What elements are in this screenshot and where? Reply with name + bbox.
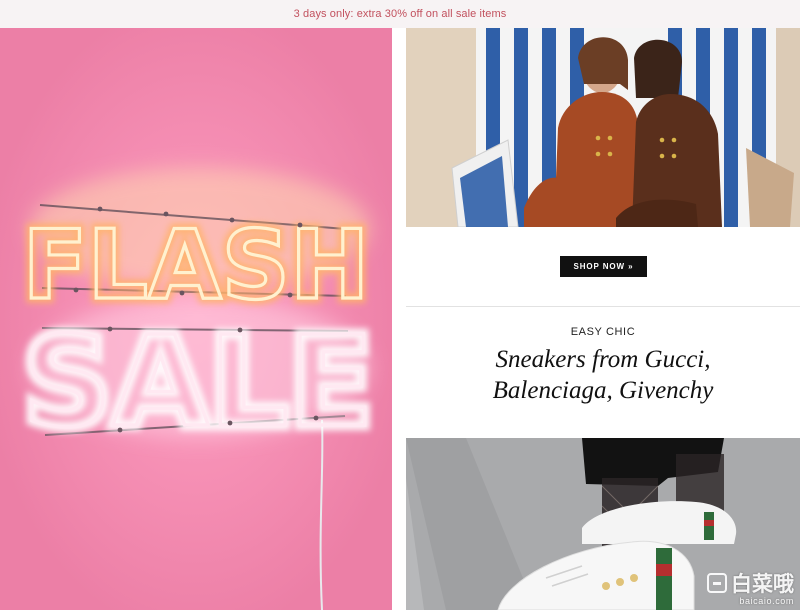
beach-chair-illustration <box>406 28 800 227</box>
headline-line-1: Sneakers from Gucci, <box>495 346 711 373</box>
sale-neon-text: SALE <box>22 310 374 455</box>
neon-sign-illustration: FLASH FLASH SALE SALE <box>0 28 392 610</box>
shop-now-label: SHOP NOW » <box>573 262 634 271</box>
headline-line-2: Balenciaga, Givenchy <box>492 377 714 404</box>
email-page: 3 days only: extra 30% off on all sale i… <box>0 0 800 610</box>
right-column: SHOP NOW » EASY CHIC Sneakers from Gucci… <box>406 28 800 610</box>
sneakers-editorial-photo[interactable]: 白菜哦 baicaio.com <box>406 438 800 610</box>
column-gutter <box>392 28 406 610</box>
promo-banner[interactable]: 3 days only: extra 30% off on all sale i… <box>0 0 800 28</box>
section-headline[interactable]: Sneakers from Gucci, Balenciaga, Givench… <box>406 344 800 406</box>
section-divider <box>406 306 800 307</box>
shop-now-button[interactable]: SHOP NOW » <box>560 256 647 277</box>
sneakers-illustration <box>406 438 800 610</box>
section-kicker: EASY CHIC <box>570 326 636 338</box>
coats-editorial-photo[interactable] <box>406 28 800 227</box>
promo-text[interactable]: 3 days only: extra 30% off on all sale i… <box>294 8 507 20</box>
flash-sale-hero-image[interactable]: FLASH FLASH SALE SALE <box>0 28 392 610</box>
flash-neon-text: FLASH <box>23 211 370 321</box>
